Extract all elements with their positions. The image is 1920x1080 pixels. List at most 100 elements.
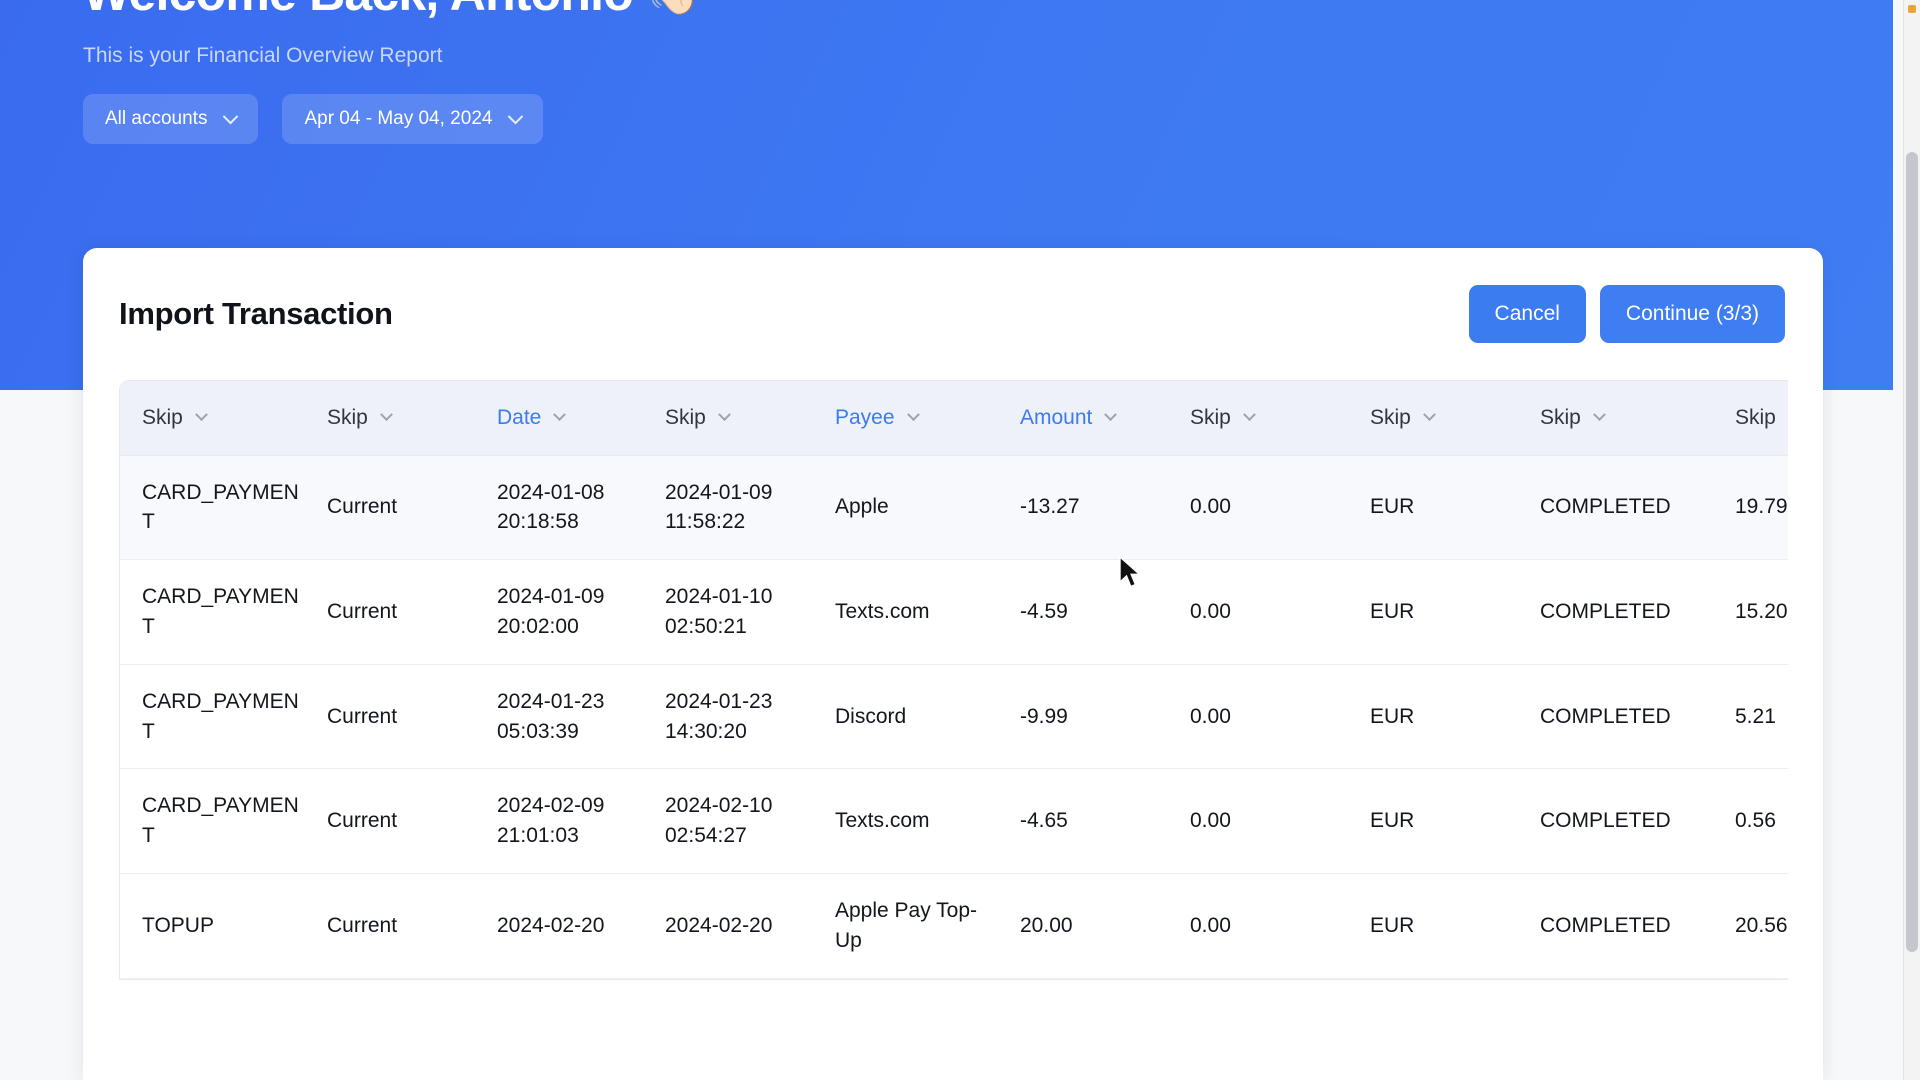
chevron-down-icon xyxy=(1422,408,1436,422)
column-header-7[interactable]: Skip xyxy=(1348,381,1518,456)
table-row[interactable]: CARD_PAYMENT Current 2024-02-09 21:01:03 20… xyxy=(120,768,1788,874)
cell-fee: 0.00 xyxy=(1168,768,1348,874)
column-header-label: Amount xyxy=(1020,405,1093,429)
chevron-down-icon xyxy=(508,108,524,124)
cell-product: Current xyxy=(305,768,475,874)
cell-amount: -9.99 xyxy=(998,664,1168,770)
column-header-4[interactable]: Payee xyxy=(813,381,998,456)
cell-state: COMPLETED xyxy=(1518,559,1713,665)
cell-amount: -4.59 xyxy=(998,559,1168,665)
chevron-down-icon xyxy=(379,408,393,422)
cell-state: COMPLETED xyxy=(1518,664,1713,770)
cell-currency: EUR xyxy=(1348,455,1518,561)
table-row[interactable]: CARD_PAYMENT Current 2024-01-23 05:03:39 20… xyxy=(120,664,1788,770)
column-mapping-dropdown[interactable]: Date xyxy=(497,406,643,430)
column-mapping-dropdown[interactable]: Skip xyxy=(1540,406,1713,430)
chevron-down-icon xyxy=(194,408,208,422)
cell-payee: Texts.com xyxy=(813,768,998,874)
column-mapping-dropdown[interactable]: Amount xyxy=(1020,406,1168,430)
cell-started_date: 2024-01-23 05:03:39 xyxy=(475,664,643,770)
cell-balance: 19.79 xyxy=(1713,455,1788,561)
cell-type: TOPUP xyxy=(120,873,305,979)
chevron-down-icon xyxy=(1592,408,1606,422)
page-subtitle: This is your Financial Overview Report xyxy=(83,44,443,67)
column-header-5[interactable]: Amount xyxy=(998,381,1168,456)
cell-payee: Apple Pay Top-Up xyxy=(813,873,998,979)
cell-type: CARD_PAYMENT xyxy=(120,455,305,561)
cell-currency: EUR xyxy=(1348,873,1518,979)
cell-fee: 0.00 xyxy=(1168,455,1348,561)
waving-hand-icon: 👋🏻 xyxy=(647,0,702,15)
column-mapping-dropdown[interactable]: Skip xyxy=(1190,406,1348,430)
column-header-3[interactable]: Skip xyxy=(643,381,813,456)
cell-started_date: 2024-01-08 20:18:58 xyxy=(475,455,643,561)
column-header-label: Skip xyxy=(142,405,183,429)
cell-amount: 20.00 xyxy=(998,873,1168,979)
continue-button[interactable]: Continue (3/3) xyxy=(1599,285,1785,343)
card-actions: Cancel Continue (3/3) xyxy=(1468,285,1785,343)
cell-payee: Apple xyxy=(813,455,998,561)
cell-fee: 0.00 xyxy=(1168,873,1348,979)
table-row[interactable]: CARD_PAYMENT Current 2024-01-08 20:18:58 20… xyxy=(120,455,1788,561)
transactions-table-container: Skip Skip Date Skip Payee Amount Skip Skip Skip S… xyxy=(119,380,1788,980)
chevron-down-icon xyxy=(553,408,567,422)
chevron-down-icon xyxy=(717,408,731,422)
column-mapping-dropdown[interactable]: Skip xyxy=(1370,406,1518,430)
cell-completed_date: 2024-01-09 11:58:22 xyxy=(643,455,813,561)
column-header-label: Skip xyxy=(1190,405,1231,429)
column-mapping-dropdown[interactable]: Skip xyxy=(1735,406,1788,430)
cell-state: COMPLETED xyxy=(1518,873,1713,979)
table-row[interactable]: TOPUP Current 2024-02-20 2024-02-20 Apple Pa… xyxy=(120,873,1788,979)
chevron-down-icon xyxy=(1104,408,1118,422)
column-header-label: Skip xyxy=(1735,405,1776,429)
cell-payee: Discord xyxy=(813,664,998,770)
column-mapping-dropdown[interactable]: Skip xyxy=(327,406,475,430)
column-header-8[interactable]: Skip xyxy=(1518,381,1713,456)
cancel-button[interactable]: Cancel xyxy=(1468,285,1586,343)
date-range-filter-dropdown[interactable]: Apr 04 - May 04, 2024 xyxy=(282,94,544,144)
column-mapping-dropdown[interactable]: Payee xyxy=(835,406,998,430)
account-filter-dropdown[interactable]: All accounts xyxy=(83,94,259,144)
cell-balance: 0.56 xyxy=(1713,768,1788,874)
cell-completed_date: 2024-02-20 xyxy=(643,873,813,979)
column-header-2[interactable]: Date xyxy=(475,381,643,456)
column-header-label: Date xyxy=(497,405,542,429)
cell-state: COMPLETED xyxy=(1518,455,1713,561)
cell-balance: 20.56 xyxy=(1713,873,1788,979)
column-mapping-dropdown[interactable]: Skip xyxy=(665,406,813,430)
cell-currency: EUR xyxy=(1348,559,1518,665)
table-header-row: Skip Skip Date Skip Payee Amount Skip Skip Skip S… xyxy=(120,381,1788,456)
cell-currency: EUR xyxy=(1348,768,1518,874)
column-header-label: Skip xyxy=(665,405,706,429)
cell-product: Current xyxy=(305,455,475,561)
cell-type: CARD_PAYMENT xyxy=(120,768,305,874)
column-header-1[interactable]: Skip xyxy=(305,381,475,456)
cell-completed_date: 2024-01-10 02:50:21 xyxy=(643,559,813,665)
column-header-0[interactable]: Skip xyxy=(120,381,305,456)
scroll-up-arrow-icon[interactable] xyxy=(1908,5,1916,13)
cell-balance: 5.21 xyxy=(1713,664,1788,770)
cell-amount: -13.27 xyxy=(998,455,1168,561)
column-mapping-dropdown[interactable]: Skip xyxy=(142,406,305,430)
cell-state: COMPLETED xyxy=(1518,768,1713,874)
cell-product: Current xyxy=(305,559,475,665)
chevron-down-icon xyxy=(906,408,920,422)
welcome-text: Welcome Back, Antonio xyxy=(83,0,634,22)
cell-started_date: 2024-01-09 20:02:00 xyxy=(475,559,643,665)
table-row[interactable]: CARD_PAYMENT Current 2024-01-09 20:02:00 20… xyxy=(120,559,1788,665)
scrollbar-thumb[interactable] xyxy=(1906,152,1918,952)
cell-amount: -4.65 xyxy=(998,768,1168,874)
account-filter-label: All accounts xyxy=(105,108,208,129)
chevron-down-icon xyxy=(223,108,239,124)
cell-balance: 15.20 xyxy=(1713,559,1788,665)
page-title: Welcome Back, Antonio 👋🏻 xyxy=(83,0,702,22)
cell-product: Current xyxy=(305,873,475,979)
chevron-down-icon xyxy=(1242,408,1256,422)
column-header-9[interactable]: Skip xyxy=(1713,381,1788,456)
column-header-6[interactable]: Skip xyxy=(1168,381,1348,456)
column-header-label: Payee xyxy=(835,405,895,429)
vertical-scrollbar[interactable] xyxy=(1903,0,1920,1080)
cell-payee: Texts.com xyxy=(813,559,998,665)
cell-type: CARD_PAYMENT xyxy=(120,664,305,770)
table-header: Skip Skip Date Skip Payee Amount Skip Skip Skip S… xyxy=(120,381,1788,456)
